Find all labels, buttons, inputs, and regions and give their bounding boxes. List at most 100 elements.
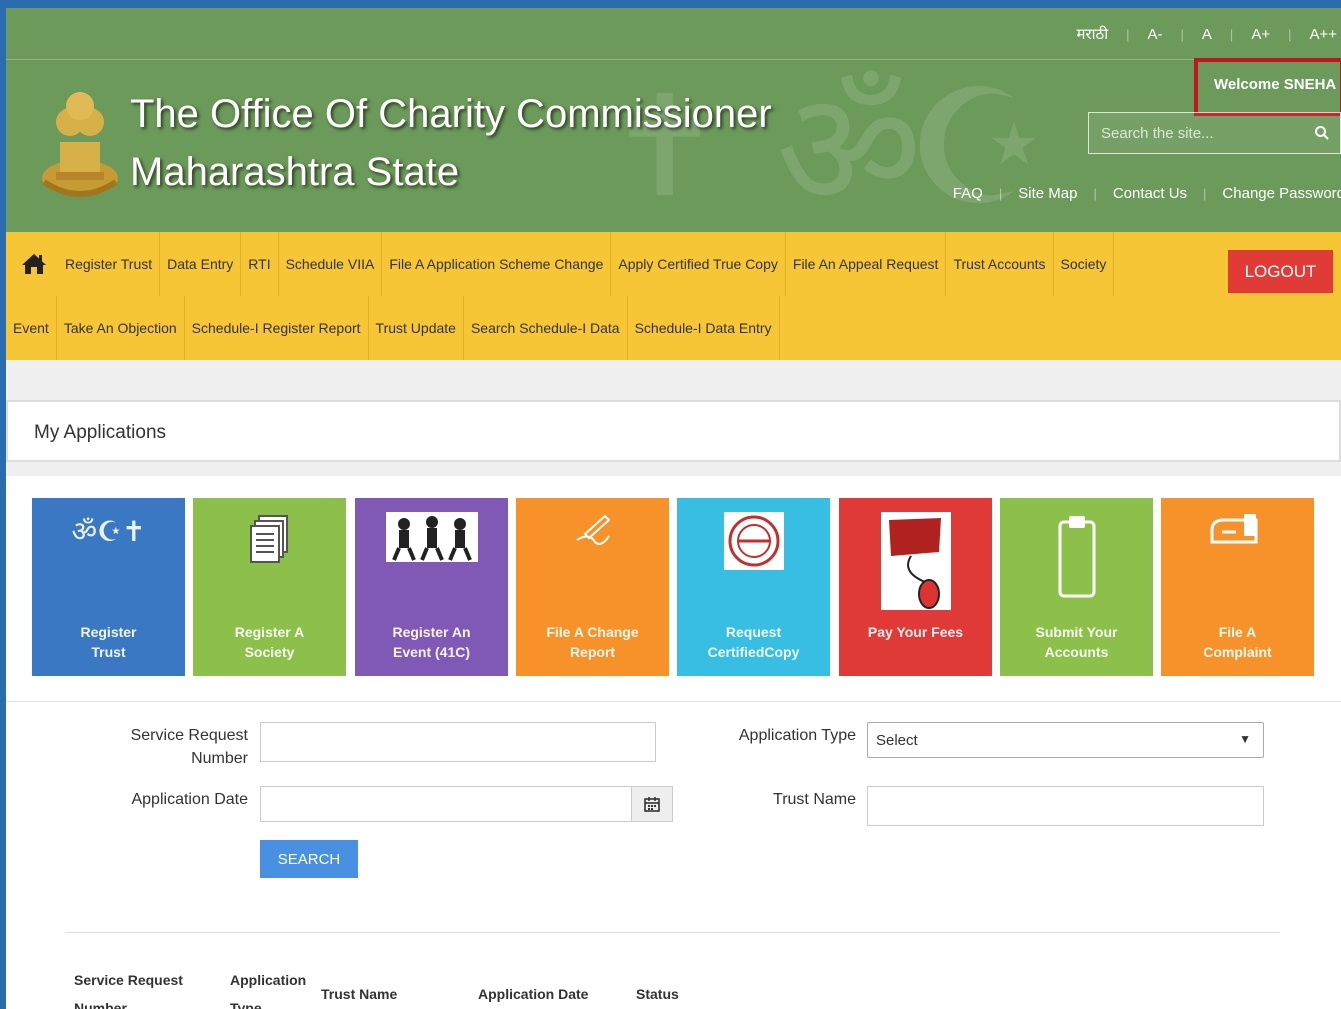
tile-label: File A Complaint (1203, 624, 1272, 660)
application-type-label: Application Type (738, 727, 856, 744)
nav-trust-accounts[interactable]: Trust Accounts (946, 232, 1054, 296)
separator: | (1229, 26, 1234, 42)
column-header-application-type: Application Type (230, 972, 307, 1009)
tile-submit-accounts[interactable]: Submit Your Accounts (1000, 498, 1153, 676)
contact-us-link[interactable]: Contact Us (1113, 185, 1187, 202)
column-header-service-request-number: Service Request Number (74, 972, 183, 1009)
background-om-icon: ॐ (776, 56, 922, 232)
pen-writing-icon (516, 512, 669, 612)
tile-label: File A Change Report (546, 624, 639, 660)
site-map-link[interactable]: Site Map (1018, 185, 1077, 202)
service-request-number-label: Service Request Number (130, 727, 248, 767)
home-icon (22, 254, 46, 274)
spacer (6, 462, 1341, 476)
search-button[interactable]: SEARCH (260, 840, 358, 878)
nav-schedule-i-register-report[interactable]: Schedule-I Register Report (185, 296, 369, 360)
application-type-value: Select (876, 732, 918, 749)
application-type-select[interactable]: Select ▼ (867, 722, 1264, 758)
documents-icon (193, 512, 346, 612)
separator: | (998, 186, 1003, 201)
tile-register-society[interactable]: Register A Society (193, 498, 346, 676)
logout-button[interactable]: LOGOUT (1228, 250, 1333, 293)
nav-trust-update[interactable]: Trust Update (369, 296, 464, 360)
nav-row-1: Register Trust Data Entry RTI Schedule V… (6, 232, 1115, 296)
tile-label: Register A Society (234, 624, 305, 660)
nav-society[interactable]: Society (1054, 232, 1115, 296)
nav-row-2: Event Take An Objection Schedule-I Regis… (6, 296, 780, 360)
site-title-line-2: Maharashtra State (130, 150, 460, 194)
mailbox-icon (1161, 512, 1314, 612)
pay-mouse-icon (839, 512, 992, 612)
tile-request-certified-copy[interactable]: Request CertifiedCopy (677, 498, 830, 676)
people-event-icon (355, 512, 508, 612)
nav-search-schedule-i-data[interactable]: Search Schedule-I Data (464, 296, 628, 360)
state-emblem-logo (36, 82, 124, 206)
welcome-user-text: Welcome SNEHA (1194, 58, 1341, 116)
nav-register-trust[interactable]: Register Trust (58, 232, 161, 296)
separator: | (1093, 186, 1097, 201)
marathi-language-link[interactable]: मराठी (1077, 24, 1109, 44)
tile-label: Register An Event (41C) (392, 624, 471, 660)
application-date-input[interactable] (261, 787, 631, 821)
trust-name-field (867, 786, 1264, 826)
nav-event[interactable]: Event (6, 296, 57, 360)
font-decrease-link[interactable]: A- (1148, 26, 1163, 43)
font-max-link[interactable]: A++ (1309, 26, 1337, 43)
clipboard-icon (1000, 512, 1153, 612)
nav-data-entry[interactable]: Data Entry (160, 232, 242, 296)
caret-down-icon: ▼ (1239, 732, 1251, 746)
page: ॐ ☪ ✝ मराठी | A- | A | A+ | A++ The Offi… (6, 8, 1341, 1009)
site-header: ॐ ☪ ✝ मराठी | A- | A | A+ | A++ The Offi… (6, 8, 1341, 232)
divider (66, 932, 1280, 933)
site-search-box (1088, 112, 1341, 154)
background-crescent-icon: ☪ (906, 54, 1050, 232)
home-nav-item[interactable] (6, 232, 58, 296)
column-header-trust-name: Trust Name (321, 986, 398, 1002)
application-date-field (260, 786, 632, 822)
faq-link[interactable]: FAQ (953, 185, 983, 202)
tile-label: Pay Your Fees (867, 624, 964, 640)
tile-register-trust[interactable]: ॐ☪✝ Register Trust (32, 498, 185, 676)
tile-label: Register Trust (80, 624, 137, 660)
calendar-icon (644, 797, 660, 812)
nav-file-appeal-request[interactable]: File An Appeal Request (786, 232, 947, 296)
trust-name-input[interactable] (868, 787, 1263, 825)
service-request-number-input[interactable] (261, 723, 655, 761)
top-bar: मराठी | A- | A | A+ | A++ (6, 8, 1341, 60)
font-normal-link[interactable]: A (1202, 26, 1212, 43)
tile-file-change-report[interactable]: File A Change Report (516, 498, 669, 676)
date-picker-button[interactable] (631, 786, 673, 822)
main-navigation: Register Trust Data Entry RTI Schedule V… (6, 232, 1341, 360)
tile-pay-fees[interactable]: Pay Your Fees (839, 498, 992, 676)
nav-take-objection[interactable]: Take An Objection (57, 296, 185, 360)
font-increase-link[interactable]: A+ (1251, 26, 1270, 43)
nav-schedule-i-data-entry[interactable]: Schedule-I Data Entry (628, 296, 780, 360)
site-title-line-1: The Office Of Charity Commissioner (130, 92, 772, 136)
spacer (6, 360, 1341, 400)
my-applications-panel: My Applications (6, 400, 1341, 462)
header-links: FAQ | Site Map | Contact Us | Change Pas… (953, 185, 1341, 202)
column-header-application-date: Application Date (478, 986, 589, 1002)
tile-label: Request CertifiedCopy (707, 624, 800, 660)
search-icon[interactable] (1314, 125, 1330, 141)
site-search-input[interactable] (1089, 113, 1309, 153)
application-tiles: ॐ☪✝ Register Trust Register A Society Re… (6, 476, 1341, 702)
separator: | (1180, 26, 1184, 42)
column-header-status: Status (636, 986, 679, 1002)
tile-label: Submit Your Accounts (1035, 624, 1118, 660)
religion-symbols-icon: ॐ☪✝ (71, 515, 146, 548)
separator: | (1288, 26, 1292, 42)
tile-register-event[interactable]: Register An Event (41C) (355, 498, 508, 676)
search-applications-form: Service Request Number Application Type … (6, 702, 1341, 1009)
separator: | (1203, 186, 1207, 201)
change-password-link[interactable]: Change Password (1222, 185, 1341, 202)
language-font-bar: मराठी | A- | A | A+ | A++ (1077, 24, 1337, 44)
nav-rti[interactable]: RTI (241, 232, 279, 296)
nav-schedule-viia[interactable]: Schedule VIIA (279, 232, 383, 296)
tile-file-complaint[interactable]: File A Complaint (1161, 498, 1314, 676)
nav-file-application-scheme-change[interactable]: File A Application Scheme Change (382, 232, 612, 296)
certified-stamp-icon (677, 512, 830, 612)
nav-apply-certified-true-copy[interactable]: Apply Certified True Copy (611, 232, 786, 296)
separator: | (1126, 26, 1130, 42)
section-title: My Applications (34, 422, 167, 443)
